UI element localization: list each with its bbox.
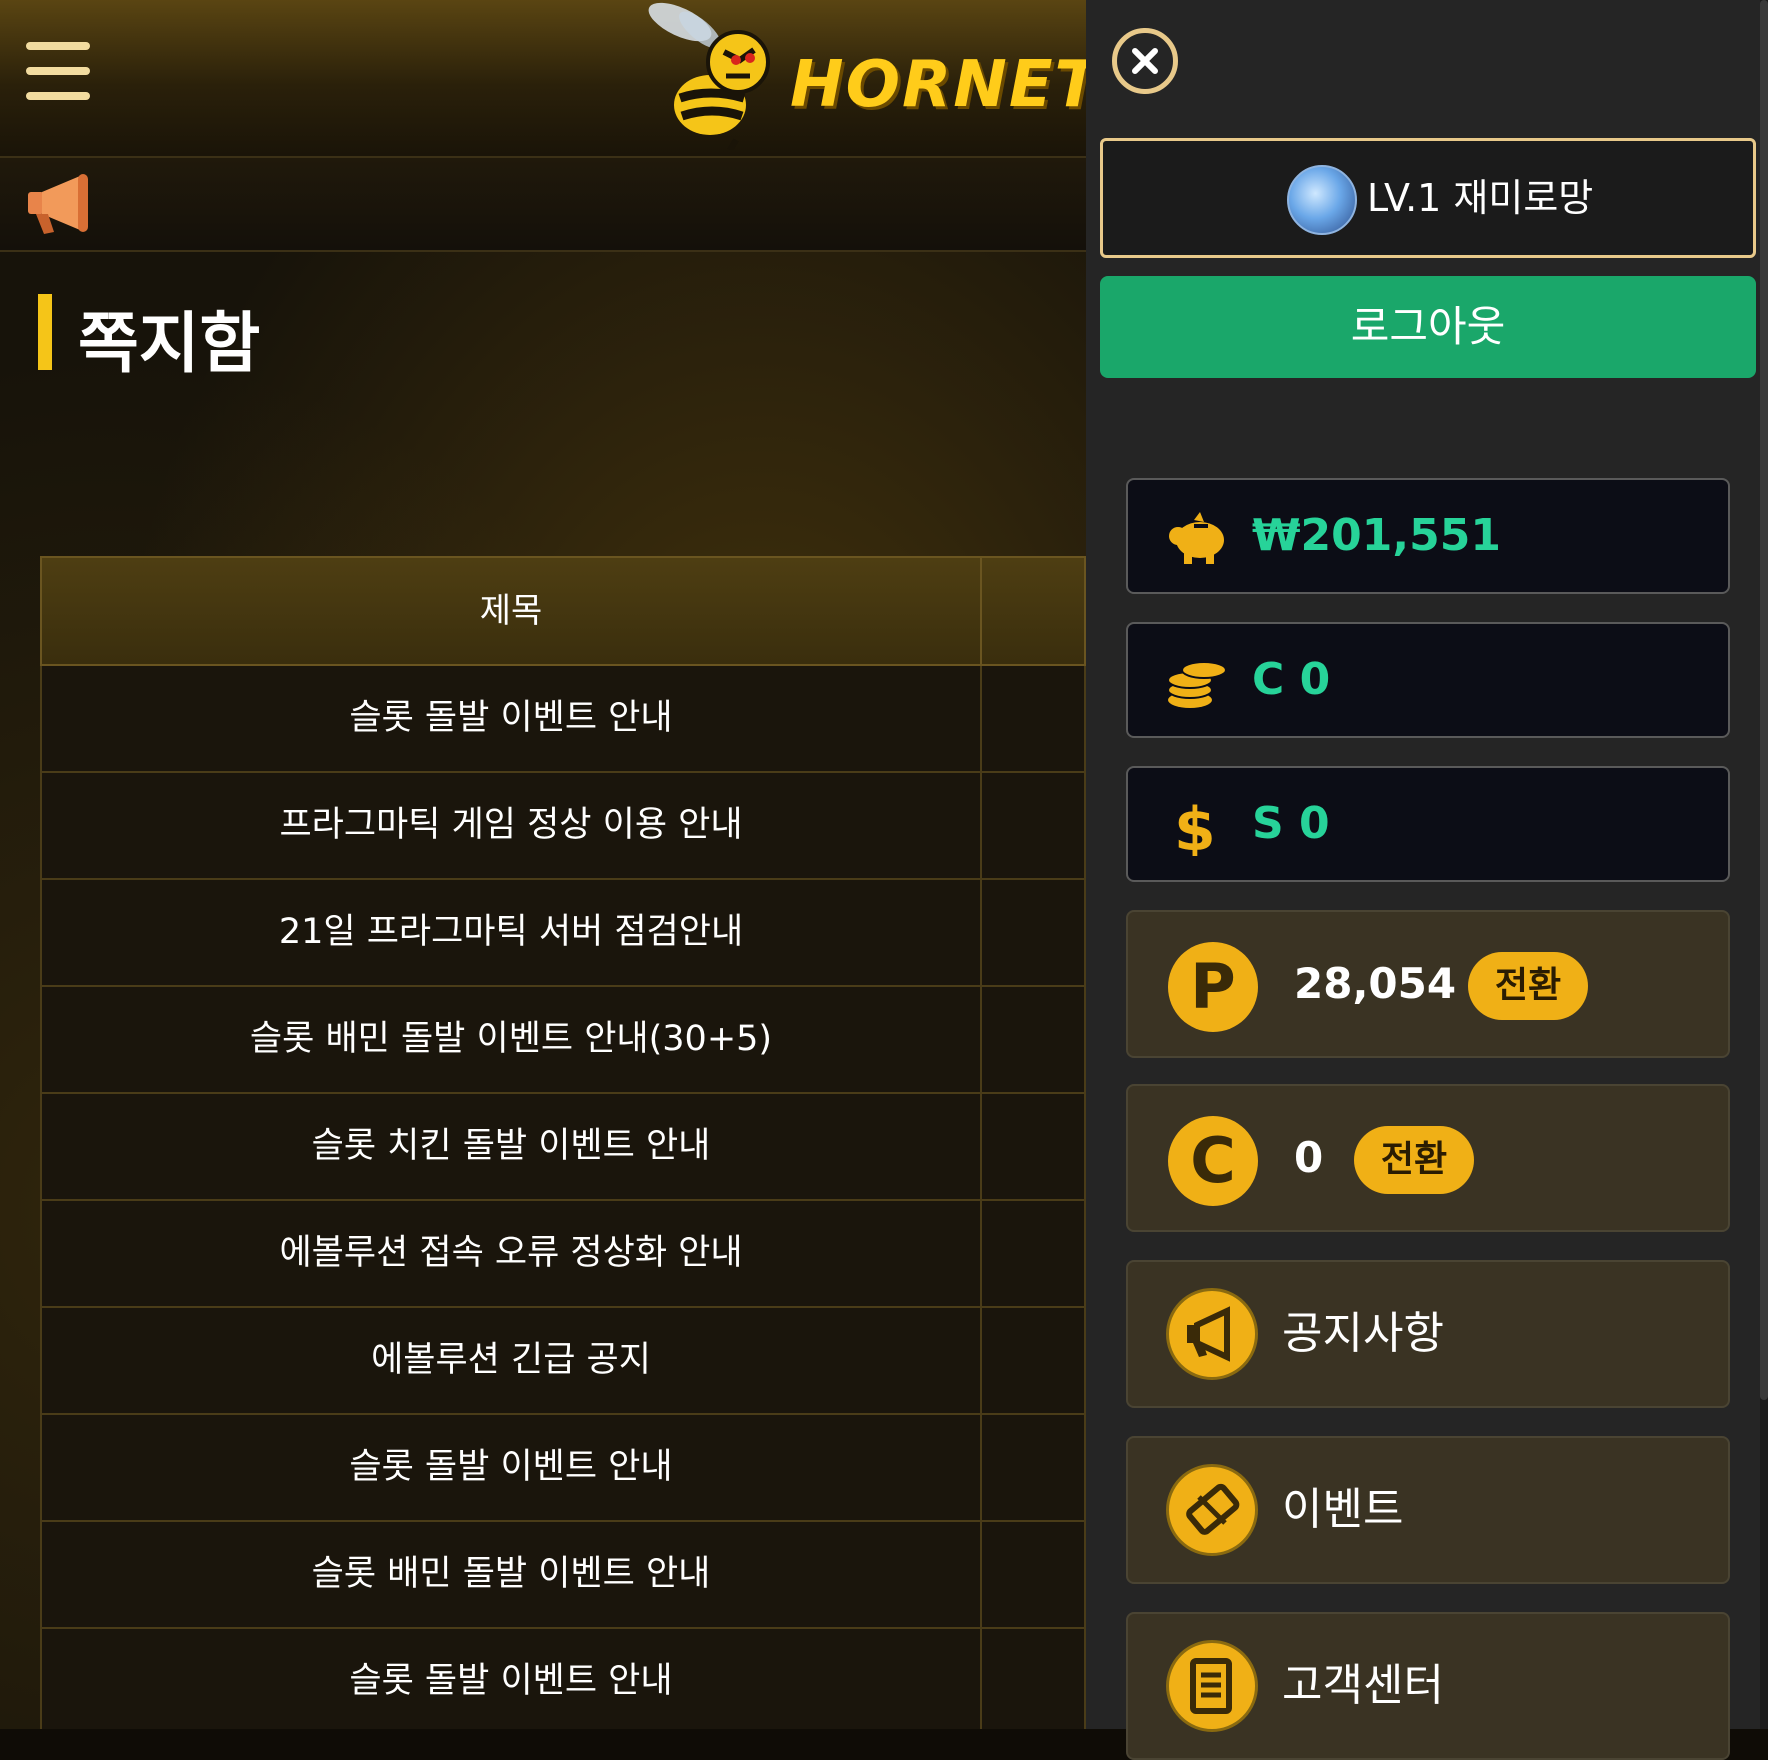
points-value: 28,054	[1294, 959, 1457, 1008]
message-title[interactable]: 프라그마틱 게임 정상 이용 안내	[42, 773, 980, 878]
menu-label-notice: 공지사항	[1282, 1308, 1444, 1359]
table-header: 제목	[40, 556, 1086, 666]
menu-item-event[interactable]: 이벤트	[1126, 1436, 1730, 1584]
message-date	[980, 1094, 1086, 1199]
logout-button[interactable]: 로그아웃	[1100, 276, 1756, 378]
table-row[interactable]: 21일 프라그마틱 서버 점검안내	[40, 880, 1086, 987]
table-row[interactable]: 슬롯 배민 돌발 이벤트 안내(30+5)	[40, 987, 1086, 1094]
ticket-icon	[1166, 1464, 1258, 1556]
main-page: HORNET 쪽지함 제목 슬롯 돌발 이벤트 안내 프라그마틱 게임 정상 이…	[0, 0, 1086, 1729]
message-title[interactable]: 슬롯 돌발 이벤트 안내	[42, 666, 980, 771]
avatar	[1287, 165, 1357, 235]
drawer-scrollbar[interactable]	[1760, 0, 1768, 1729]
message-date	[980, 987, 1086, 1092]
user-info-box[interactable]: LV.1 재미로망	[1100, 138, 1756, 258]
table-row[interactable]: 슬롯 돌발 이벤트 안내	[40, 1629, 1086, 1729]
table-row[interactable]: 슬롯 돌발 이벤트 안내	[40, 666, 1086, 773]
table-row[interactable]: 에볼루션 접속 오류 정상화 안내	[40, 1201, 1086, 1308]
comp-coin-icon: C	[1168, 1116, 1258, 1206]
svg-text:$: $	[1174, 796, 1216, 856]
comp-value: 0	[1294, 1133, 1324, 1182]
message-date	[980, 1308, 1086, 1413]
side-drawer: LV.1 재미로망 로그아웃 ₩201,551 C 0 $ S 0 P 28,0…	[1086, 0, 1768, 1760]
menu-item-notice[interactable]: 공지사항	[1126, 1260, 1730, 1408]
comp-convert-button[interactable]: 전환	[1354, 1126, 1474, 1194]
top-header: HORNET	[0, 0, 1086, 158]
message-title[interactable]: 에볼루션 긴급 공지	[42, 1308, 980, 1413]
menu-label-support: 고객센터	[1282, 1660, 1444, 1711]
points-convert-button[interactable]: 전환	[1468, 952, 1588, 1020]
message-title[interactable]: 슬롯 돌발 이벤트 안내	[42, 1415, 980, 1520]
points-coin-icon: P	[1168, 942, 1258, 1032]
message-date	[980, 773, 1086, 878]
coins-stack-icon	[1167, 661, 1227, 708]
scrollbar-thumb[interactable]	[1760, 0, 1768, 1400]
cash-balance-box: ₩201,551	[1126, 478, 1730, 594]
table-row[interactable]: 슬롯 돌발 이벤트 안내	[40, 1415, 1086, 1522]
menu-label-event: 이벤트	[1282, 1484, 1404, 1535]
casino-balance-box: C 0	[1126, 622, 1730, 738]
logo-text: HORNET	[790, 48, 1086, 122]
notice-marquee-bar	[0, 158, 1086, 252]
message-title[interactable]: 에볼루션 접속 오류 정상화 안내	[42, 1201, 980, 1306]
slot-balance-box: $ S 0	[1126, 766, 1730, 882]
piggy-bank-icon	[1169, 512, 1224, 564]
column-header-date	[980, 558, 1086, 664]
megaphone-icon	[28, 174, 88, 234]
casino-balance-value: C 0	[1252, 654, 1331, 705]
message-date	[980, 880, 1086, 985]
message-date	[980, 1522, 1086, 1627]
user-level-name: LV.1 재미로망	[1367, 176, 1594, 220]
message-title[interactable]: 슬롯 돌발 이벤트 안내	[42, 1629, 980, 1729]
page-title-text: 쪽지함	[78, 305, 261, 382]
message-title[interactable]: 슬롯 배민 돌발 이벤트 안내(30+5)	[42, 987, 980, 1092]
slot-balance-value: S 0	[1252, 798, 1330, 849]
close-icon	[1132, 48, 1158, 74]
hornet-mascot-icon	[648, 2, 770, 150]
message-title[interactable]: 21일 프라그마틱 서버 점검안내	[42, 880, 980, 985]
menu-item-support[interactable]: 고객센터	[1126, 1612, 1730, 1760]
points-card: P 28,054 전환	[1126, 910, 1730, 1058]
messages-table: 제목 슬롯 돌발 이벤트 안내 프라그마틱 게임 정상 이용 안내 21일 프라…	[40, 556, 1086, 1729]
message-date	[980, 1415, 1086, 1520]
hornet-logo[interactable]: HORNET	[640, 0, 1086, 150]
table-row[interactable]: 슬롯 치킨 돌발 이벤트 안내	[40, 1094, 1086, 1201]
table-row[interactable]: 에볼루션 긴급 공지	[40, 1308, 1086, 1415]
cash-balance-value: ₩201,551	[1252, 510, 1501, 561]
table-row[interactable]: 슬롯 배민 돌발 이벤트 안내	[40, 1522, 1086, 1629]
title-accent-bar	[38, 294, 52, 370]
message-date	[980, 1629, 1086, 1729]
message-title[interactable]: 슬롯 치킨 돌발 이벤트 안내	[42, 1094, 980, 1199]
column-header-title: 제목	[479, 591, 543, 631]
receipt-icon	[1166, 1640, 1258, 1732]
close-drawer-button[interactable]	[1112, 28, 1178, 94]
dollar-icon: $	[1174, 796, 1216, 856]
table-row[interactable]: 프라그마틱 게임 정상 이용 안내	[40, 773, 1086, 880]
message-date	[980, 1201, 1086, 1306]
message-title[interactable]: 슬롯 배민 돌발 이벤트 안내	[42, 1522, 980, 1627]
comp-card: C 0 전환	[1126, 1084, 1730, 1232]
megaphone-icon	[1166, 1288, 1258, 1380]
message-date	[980, 666, 1086, 771]
hamburger-menu-icon[interactable]	[26, 42, 90, 100]
